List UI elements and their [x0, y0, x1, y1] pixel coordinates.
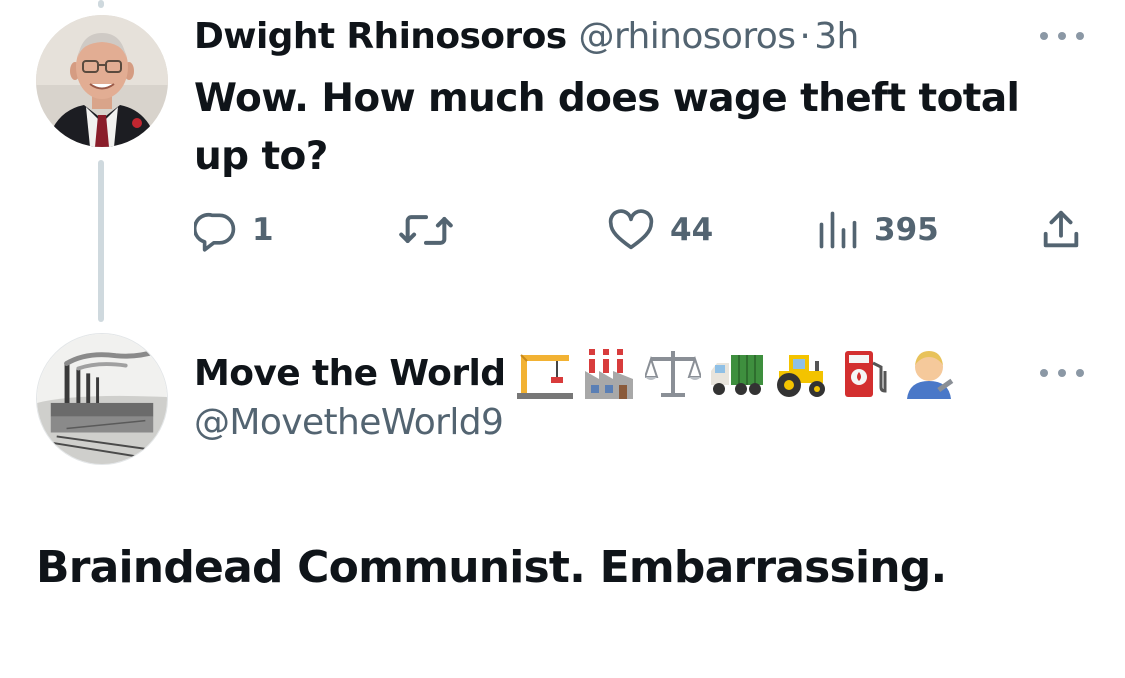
reply-icon — [194, 212, 236, 252]
views-button[interactable]: 395 — [816, 200, 939, 260]
thread-connector-top — [98, 0, 104, 8]
reply-count: 1 — [252, 212, 274, 248]
truck-icon — [711, 355, 764, 395]
author-display-name[interactable]: Dwight Rhinosoros — [194, 16, 567, 57]
factory-icon — [585, 349, 634, 399]
header-separator: · — [799, 15, 811, 57]
name-emoji-row — [517, 347, 965, 399]
balance-scale-icon — [645, 351, 702, 397]
construction-crane-icon — [517, 354, 574, 399]
share-icon — [1043, 210, 1079, 248]
post-timestamp[interactable]: 3h — [814, 16, 859, 57]
like-button[interactable]: 44 — [606, 200, 713, 260]
avatar-move-the-world[interactable] — [36, 333, 168, 465]
avatar-dwight-rhinosoros[interactable] — [36, 15, 168, 147]
like-count: 44 — [670, 212, 714, 248]
like-icon — [608, 209, 654, 250]
post-action-bar: 1 44 395 — [0, 200, 1125, 260]
views-count: 395 — [874, 212, 939, 248]
more-icon[interactable] — [1040, 366, 1084, 380]
retweet-button[interactable] — [398, 200, 468, 260]
reply-button[interactable]: 1 — [194, 200, 274, 260]
retweet-icon — [399, 215, 453, 245]
share-button[interactable] — [1038, 200, 1084, 260]
post-header: Move the World — [194, 344, 965, 402]
mechanic-icon — [907, 351, 954, 399]
author-display-name[interactable]: Move the World — [194, 353, 506, 394]
fuel-pump-icon — [845, 351, 887, 397]
tractor-icon — [777, 355, 826, 397]
post-text: Wow. How much does wage theft total up t… — [194, 76, 1020, 179]
views-icon — [819, 211, 857, 249]
author-handle[interactable]: @rhinosoros — [579, 16, 796, 57]
author-handle[interactable]: @MovetheWorld9 — [194, 402, 504, 443]
post-text: Braindead Communist. Embarrassing. — [36, 542, 947, 593]
more-icon[interactable] — [1040, 29, 1084, 43]
post-header: Dwight Rhinosoros @rhinosoros · 3h — [194, 10, 859, 62]
